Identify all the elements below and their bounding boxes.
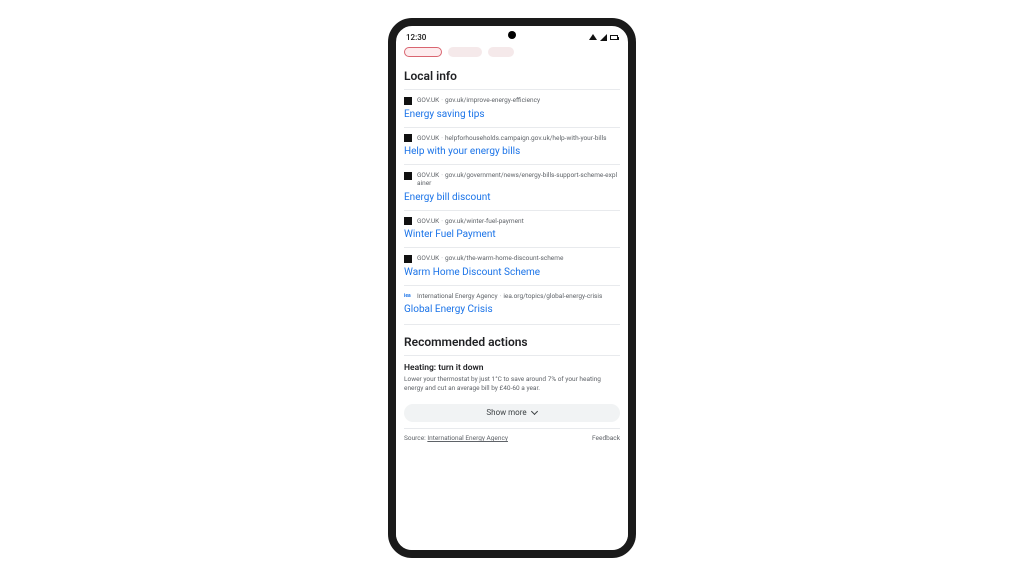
result-link[interactable]: Global Energy Crisis (404, 300, 620, 315)
recommended-action-description: Lower your thermostat by just 1°C to sav… (404, 375, 620, 393)
footer-source-link[interactable]: International Energy Agency (427, 434, 508, 442)
footer-source-label: Source: (404, 434, 426, 442)
wifi-icon (589, 34, 597, 40)
recommended-action: Heating: turn it down Lower your thermos… (404, 355, 620, 397)
feedback-link[interactable]: Feedback (592, 434, 620, 442)
result-link[interactable]: Help with your energy bills (404, 142, 620, 157)
govuk-icon (404, 134, 412, 142)
show-more-button[interactable]: Show more (404, 404, 620, 422)
status-time: 12:30 (406, 33, 426, 42)
result-link[interactable]: Energy saving tips (404, 105, 620, 120)
camera-notch (508, 31, 516, 39)
search-result[interactable]: GOV.UK·gov.uk/the-warm-home-discount-sch… (404, 247, 620, 285)
phone-frame: 12:30 Local info GOV.UK·gov.uk/improve-e… (388, 18, 636, 558)
result-source: GOV.UK·helpforhouseholds.campaign.gov.uk… (404, 134, 620, 143)
govuk-icon (404, 217, 412, 225)
result-source: GOV.UK·gov.uk/improve-energy-efficiency (404, 96, 620, 105)
signal-icon (600, 34, 607, 41)
search-result[interactable]: GOV.UK·gov.uk/government/news/energy-bil… (404, 164, 620, 210)
search-result[interactable]: GOV.UK·helpforhouseholds.campaign.gov.uk… (404, 127, 620, 165)
section-heading-recommended: Recommended actions (404, 324, 620, 355)
recommended-action-title: Heating: turn it down (404, 363, 620, 375)
govuk-icon (404, 172, 412, 180)
result-source: GOV.UK·gov.uk/government/news/energy-bil… (404, 171, 620, 188)
result-link[interactable]: Energy bill discount (404, 188, 620, 203)
result-link[interactable]: Warm Home Discount Scheme (404, 263, 620, 278)
result-source: GOV.UK·gov.uk/winter-fuel-payment (404, 217, 620, 226)
section-heading-local-info: Local info (404, 63, 620, 89)
battery-icon (610, 35, 618, 40)
status-icons (589, 34, 618, 41)
screen-content: Local info GOV.UK·gov.uk/improve-energy-… (396, 44, 628, 550)
tabs-row (404, 44, 620, 63)
result-link[interactable]: Winter Fuel Payment (404, 225, 620, 240)
result-source: GOV.UK·gov.uk/the-warm-home-discount-sch… (404, 254, 620, 263)
result-source: iea International Energy Agency·iea.org/… (404, 292, 620, 301)
search-result[interactable]: GOV.UK·gov.uk/winter-fuel-payment Winter… (404, 210, 620, 248)
search-result[interactable]: iea International Energy Agency·iea.org/… (404, 285, 620, 323)
iea-icon: iea (404, 292, 412, 300)
govuk-icon (404, 97, 412, 105)
chevron-down-icon (531, 409, 538, 416)
tab-local-info[interactable] (448, 47, 482, 57)
tab-news[interactable] (488, 47, 514, 57)
card-footer: Source: International Energy Agency Feed… (404, 428, 620, 446)
tab-overview[interactable] (404, 47, 442, 57)
govuk-icon (404, 255, 412, 263)
search-result[interactable]: GOV.UK·gov.uk/improve-energy-efficiency … (404, 89, 620, 127)
show-more-label: Show more (486, 408, 526, 417)
